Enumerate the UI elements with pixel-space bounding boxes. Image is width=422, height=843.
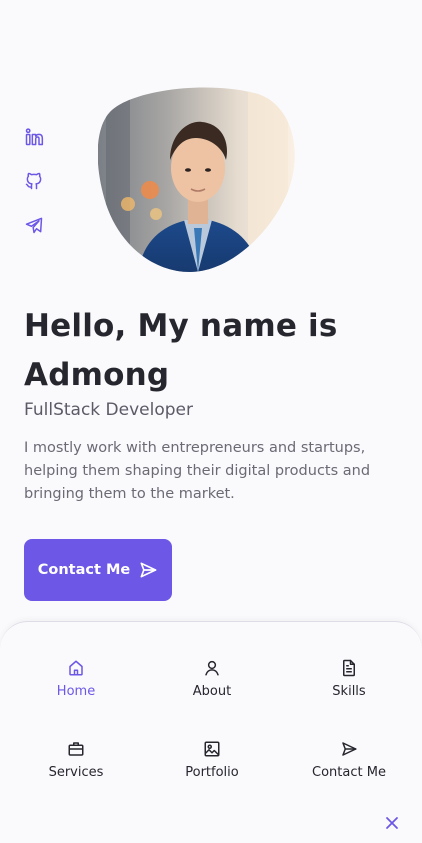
send-icon [138, 560, 158, 580]
nav-item-home[interactable]: Home [21, 659, 131, 699]
description: I mostly work with entrepreneurs and sta… [24, 440, 371, 502]
nav-item-about[interactable]: About [157, 659, 267, 699]
nav-item-contact[interactable]: Contact Me [294, 740, 404, 780]
briefcase-icon [67, 740, 85, 758]
user-icon [203, 659, 221, 677]
contact-me-button[interactable]: Contact Me [24, 539, 172, 601]
nav-label-services: Services [48, 765, 104, 780]
nav-label-contact: Contact Me [312, 765, 386, 780]
nav-label-home: Home [56, 684, 96, 699]
nav-label-skills: Skills [332, 684, 366, 699]
profile-photo [98, 86, 298, 272]
close-icon[interactable] [384, 815, 400, 831]
page-title: Hello, My name is Admong [24, 302, 394, 400]
contact-me-label: Contact Me [37, 562, 131, 578]
title-line-1: Hello, My name is [24, 308, 338, 344]
title-line-2: Admong [24, 357, 170, 393]
nav-item-services[interactable]: Services [21, 740, 131, 780]
nav-label-portfolio: Portfolio [185, 765, 239, 780]
github-icon[interactable] [24, 171, 44, 191]
social-links [24, 127, 44, 235]
image-icon [203, 740, 221, 758]
telegram-icon[interactable] [24, 215, 44, 235]
nav-item-portfolio[interactable]: Portfolio [157, 740, 267, 780]
home-icon [67, 659, 85, 677]
subtitle: FullStack Developer [24, 400, 193, 420]
linkedin-icon[interactable] [24, 127, 44, 147]
bottom-nav: Home About Skills Services Portfolio Con… [0, 621, 422, 843]
file-icon [340, 659, 358, 677]
send-icon [340, 740, 358, 758]
nav-item-skills[interactable]: Skills [294, 659, 404, 699]
nav-label-about: About [192, 684, 232, 699]
